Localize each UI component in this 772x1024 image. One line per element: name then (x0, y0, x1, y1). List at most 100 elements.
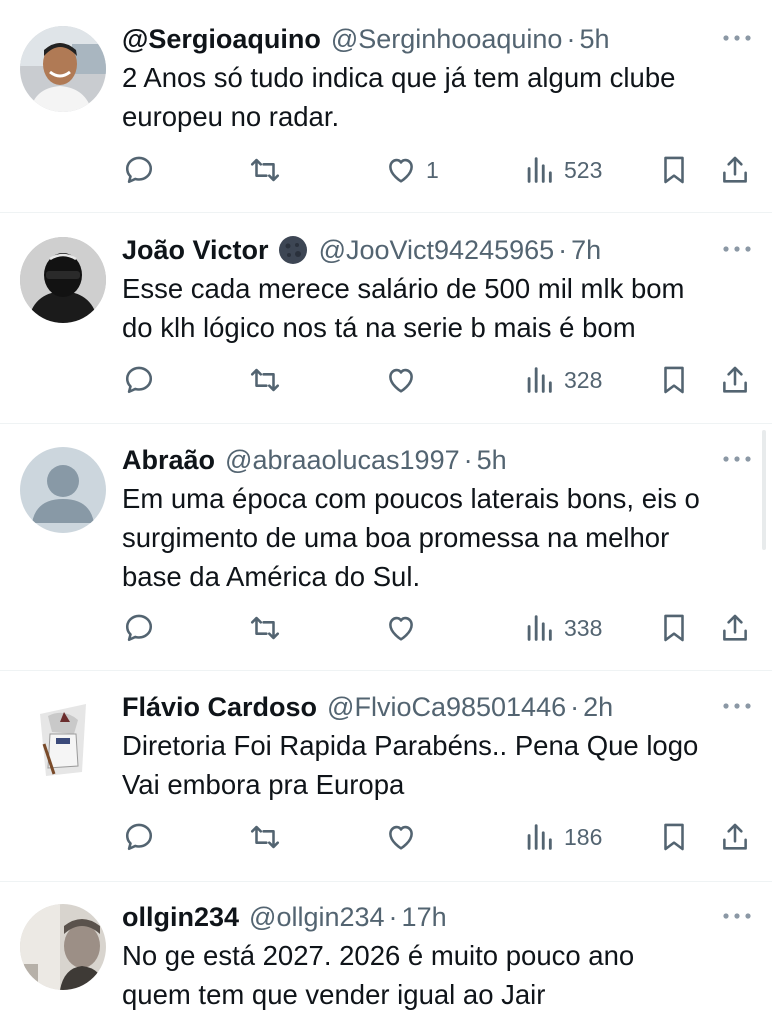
retweet-button[interactable] (248, 817, 282, 857)
bookmark-button[interactable] (657, 817, 691, 857)
views-button[interactable]: 338 (522, 608, 602, 648)
display-name[interactable]: ollgin234 (122, 900, 239, 934)
retweet-icon (250, 825, 280, 849)
scrollbar-thumb[interactable] (762, 430, 766, 550)
action-bar: 338 (122, 608, 754, 648)
more-dots-icon[interactable] (720, 28, 754, 48)
reply-button[interactable] (122, 817, 156, 857)
avatar[interactable] (20, 904, 106, 990)
like-button[interactable]: 1 (384, 150, 439, 190)
display-name[interactable]: Abraão (122, 443, 215, 477)
more-dots-icon[interactable] (720, 449, 754, 469)
action-bar: 186 (122, 817, 754, 857)
like-count: 1 (426, 156, 439, 183)
view-count: 523 (564, 156, 603, 183)
reply-icon (125, 156, 153, 184)
like-button[interactable] (384, 817, 426, 857)
view-count: 328 (564, 366, 603, 393)
user-handle[interactable]: @abraaolucas1997 (225, 443, 460, 477)
user-handle[interactable]: @ollgin234 (249, 900, 385, 934)
share-icon (723, 823, 747, 850)
reply-feed: @Sergioaquino @Serginhooaquino · 5h 2 An… (0, 0, 772, 1024)
share-icon (723, 614, 747, 641)
reply-tweet[interactable]: ollgin234 @ollgin234 · 17h No ge está 20… (0, 882, 772, 1024)
action-bar: 328 (122, 360, 754, 400)
share-icon (723, 156, 747, 183)
reply-tweet[interactable]: João Victor @JooVict94245965 · 7h Esse c… (0, 213, 772, 424)
action-bar: 1 523 (122, 150, 754, 190)
user-handle[interactable]: @FlvioCa98501446 (327, 690, 566, 724)
view-count: 338 (564, 614, 603, 641)
reply-icon (125, 823, 153, 851)
views-button[interactable]: 328 (522, 360, 602, 400)
avatar[interactable] (20, 26, 106, 112)
more-dots-icon[interactable] (720, 696, 754, 716)
share-button[interactable] (718, 817, 752, 857)
display-name[interactable]: Flávio Cardoso (122, 690, 317, 724)
separator-dot: · (463, 445, 473, 475)
share-button[interactable] (718, 360, 752, 400)
reply-tweet[interactable]: @Sergioaquino @Serginhooaquino · 5h 2 An… (0, 0, 772, 213)
retweet-icon (250, 158, 280, 182)
heart-icon (389, 616, 413, 641)
separator-dot: · (570, 692, 580, 722)
timestamp[interactable]: 17h (402, 900, 447, 934)
reply-icon (125, 366, 153, 394)
reply-button[interactable] (122, 360, 156, 400)
reply-button[interactable] (122, 150, 156, 190)
bookmark-button[interactable] (657, 608, 691, 648)
tweet-text: 2 Anos só tudo indica que já tem algum c… (122, 62, 676, 132)
share-icon (723, 366, 747, 393)
share-button[interactable] (718, 608, 752, 648)
user-handle[interactable]: @JooVict94245965 (319, 233, 555, 267)
tweet-text: Esse cada merece salário de 500 mil mlk … (122, 273, 685, 343)
user-handle[interactable]: @Serginhooaquino (331, 22, 563, 56)
heart-icon (389, 825, 413, 850)
like-button[interactable] (384, 360, 426, 400)
timestamp[interactable]: 5h (477, 443, 507, 477)
share-button[interactable] (718, 150, 752, 190)
tweet-text: Diretoria Foi Rapida Parabéns.. Pena Que… (122, 730, 699, 800)
avatar[interactable] (20, 694, 106, 780)
dark-moon-emoji-icon (278, 236, 307, 264)
retweet-icon (250, 368, 280, 392)
more-dots-icon[interactable] (720, 239, 754, 259)
timestamp[interactable]: 5h (579, 22, 609, 56)
views-chart-icon (527, 615, 552, 641)
reply-button[interactable] (122, 608, 156, 648)
timestamp[interactable]: 7h (571, 233, 601, 267)
tweet-text: Em uma época com poucos laterais bons, e… (122, 483, 700, 592)
separator-dot: · (558, 235, 568, 265)
bookmark-icon (664, 366, 684, 394)
reply-icon (125, 614, 153, 642)
retweet-icon (250, 616, 280, 640)
timestamp[interactable]: 2h (583, 690, 613, 724)
retweet-button[interactable] (248, 150, 282, 190)
like-button[interactable] (384, 608, 426, 648)
bookmark-button[interactable] (657, 360, 691, 400)
views-chart-icon (527, 157, 552, 183)
separator-dot: · (388, 902, 398, 932)
bookmark-button[interactable] (657, 150, 691, 190)
views-chart-icon (527, 824, 552, 850)
retweet-button[interactable] (248, 360, 282, 400)
tweet-text: No ge está 2027. 2026 é muito pouco ano … (122, 940, 635, 1010)
heart-icon (389, 368, 413, 393)
bookmark-icon (664, 614, 684, 642)
display-name[interactable]: João Victor (122, 233, 269, 267)
avatar[interactable] (20, 237, 106, 323)
view-count: 186 (564, 823, 603, 850)
display-name[interactable]: @Sergioaquino (122, 22, 321, 56)
separator-dot: · (566, 24, 576, 54)
reply-tweet[interactable]: Flávio Cardoso @FlvioCa98501446 · 2h Dir… (0, 671, 772, 882)
views-button[interactable]: 186 (522, 817, 602, 857)
more-dots-icon[interactable] (720, 906, 754, 926)
views-chart-icon (527, 367, 552, 393)
bookmark-icon (664, 156, 684, 184)
bookmark-icon (664, 823, 684, 851)
retweet-button[interactable] (248, 608, 282, 648)
reply-tweet[interactable]: Abraão @abraaolucas1997 · 5h Em uma époc… (0, 424, 772, 671)
avatar[interactable] (20, 447, 106, 533)
views-button[interactable]: 523 (522, 150, 602, 190)
heart-icon (389, 158, 413, 183)
